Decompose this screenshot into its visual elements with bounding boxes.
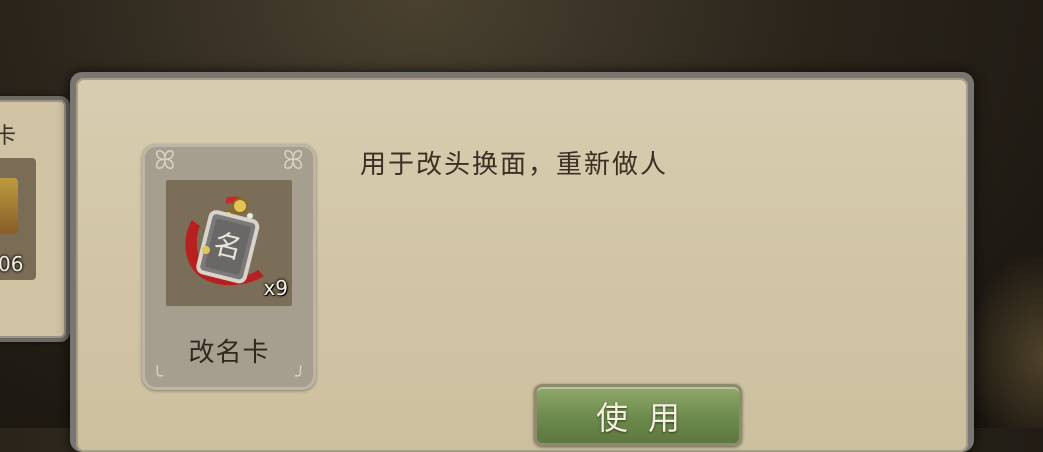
card-corner-ornament-icon: ╯ xyxy=(295,366,306,387)
background-glow xyxy=(963,250,1043,428)
item-count-badge: x9 xyxy=(263,276,288,300)
card-corner-ornament-icon: ╰ xyxy=(152,366,163,387)
card-corner-ornament-icon: ꕤ xyxy=(154,146,176,176)
item-detail-panel-inner: ꕤ ꕤ ╰ ╯ 名 x9 改名卡 用于改头换面，重新做人 使用 xyxy=(76,78,968,452)
item-description: 用于改头换面，重新做人 xyxy=(360,150,669,180)
left-card-label: 卡 xyxy=(0,124,17,149)
left-card-item-icon xyxy=(0,178,18,234)
item-name: 改名卡 xyxy=(188,338,270,368)
use-button[interactable]: 使用 xyxy=(534,384,742,446)
card-corner-ornament-icon: ꕤ xyxy=(282,146,304,176)
item-detail-panel: ꕤ ꕤ ╰ ╯ 名 x9 改名卡 用于改头换面，重新做人 使用 xyxy=(70,72,974,452)
left-card-count: 06 xyxy=(0,252,24,276)
item-card: ꕤ ꕤ ╰ ╯ 名 x9 改名卡 xyxy=(142,144,316,390)
item-icon-frame[interactable]: 名 x9 xyxy=(166,180,292,306)
